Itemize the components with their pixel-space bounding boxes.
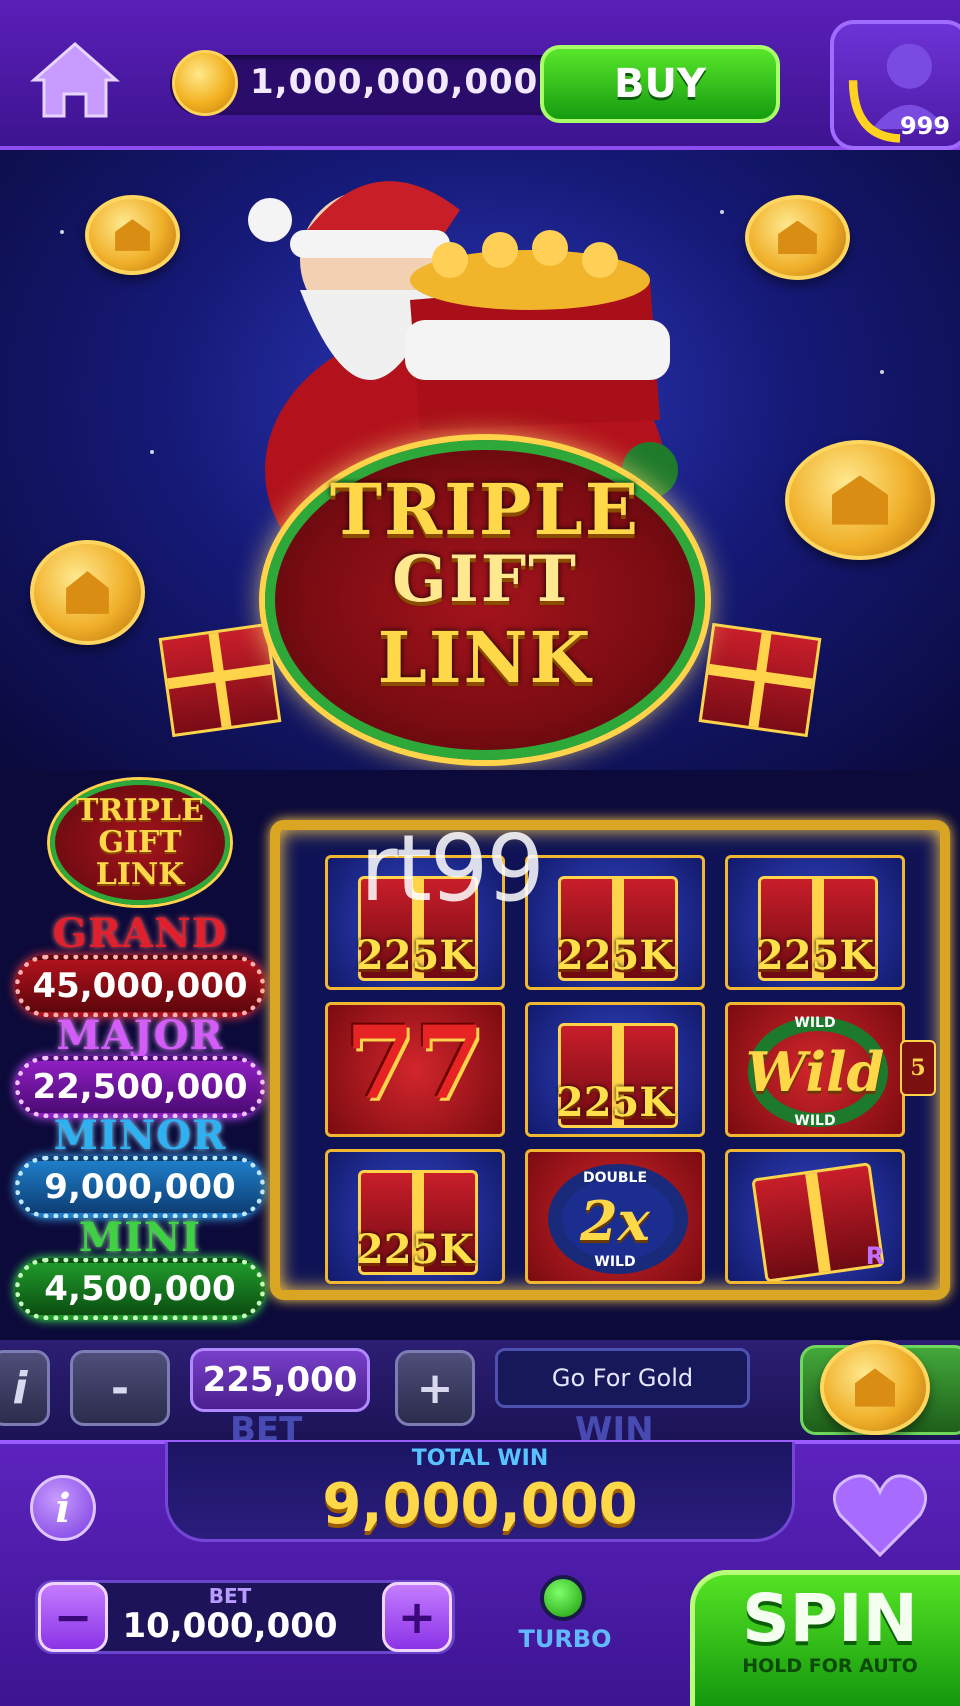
total-win-value: 9,000,000 (322, 1472, 638, 1537)
jackpot-logo: TRIPLE GIFT LINK (50, 780, 230, 905)
coin-balance: 1,000,000,000 (250, 62, 539, 102)
bet-minus-button[interactable]: − (38, 1582, 108, 1652)
jackpot-minor-amount: 9,000,000 (15, 1156, 265, 1218)
logo-text-line: GIFT (98, 825, 182, 860)
symbol-value: 225K (755, 932, 875, 979)
strip-info-button[interactable]: i (0, 1350, 50, 1426)
jackpot-grand-amount: 45,000,000 (15, 955, 265, 1017)
symbol-value: 225K (555, 932, 675, 979)
reel-symbol-double-wild: DOUBLE 2x WILD (525, 1149, 705, 1284)
coin-decoration (85, 195, 180, 275)
coin-decoration (785, 440, 935, 560)
logo-text-line: LINK (95, 857, 185, 892)
jackpot-minor-label: MINOR (53, 1112, 227, 1159)
gift-box-decoration (158, 622, 282, 738)
jackpot-major-amount: 22,500,000 (15, 1056, 265, 1118)
payline-badge: 5 (900, 1040, 936, 1096)
reel-symbol-gift: 225K (725, 855, 905, 990)
jackpot-mini-label: MINI (78, 1214, 202, 1261)
wild-top-label: WILD (794, 1015, 836, 1031)
logo-text-line: GIFT (392, 542, 578, 617)
bet-plus-button[interactable]: + (382, 1582, 452, 1652)
coin-decoration (820, 1340, 930, 1435)
jackpot-grand-label: GRAND (52, 910, 228, 957)
spin-sub-label: HOLD FOR AUTO (742, 1655, 918, 1677)
strip-bet-minus-button[interactable]: - (70, 1350, 170, 1426)
info-button[interactable]: i (30, 1475, 96, 1541)
seven-symbol: 77 (345, 1004, 485, 1122)
coin-decoration (745, 195, 850, 280)
double-wild-top-label: DOUBLE (582, 1170, 648, 1186)
gift-box-decoration (698, 622, 822, 738)
strip-bet-plus-button[interactable]: + (395, 1350, 475, 1426)
bet-value: 10,000,000 (122, 1606, 338, 1646)
strip-message: Go For Gold (495, 1348, 750, 1408)
bet-label: BET (208, 1584, 252, 1608)
reel-symbol-gift: R (725, 1149, 905, 1284)
strip-bet-value: 225,000 (190, 1348, 370, 1412)
double-wild-word: 2x (580, 1189, 650, 1253)
heart-icon[interactable] (830, 1470, 930, 1560)
home-icon[interactable] (30, 40, 120, 120)
reel-symbol-wild: WILD Wild WILD (725, 1002, 905, 1137)
watermark-text: rt99 (360, 815, 545, 922)
symbol-value: 225K (355, 932, 475, 979)
logo-text-line: TRIPLE (76, 793, 204, 828)
level-badge: 999 (899, 112, 951, 140)
reel-symbol-seven: 77 (325, 1002, 505, 1137)
coin-decoration (30, 540, 145, 645)
coin-icon (172, 50, 238, 116)
total-win-label: TOTAL WIN (411, 1446, 549, 1471)
turbo-toggle[interactable] (540, 1575, 586, 1621)
spin-label: SPIN (742, 1580, 918, 1657)
wild-word: Wild (745, 1040, 885, 1104)
symbol-value: 225K (555, 1079, 675, 1126)
turbo-label: TURBO (518, 1625, 612, 1653)
game-title-logo: TRIPLE GIFT LINK (265, 440, 705, 760)
reel-symbol-gift: 225K (525, 855, 705, 990)
game-hero-banner: TRIPLE GIFT LINK (0, 150, 960, 770)
jackpot-major-label: MAJOR (56, 1012, 224, 1059)
logo-text-line: LINK (377, 616, 593, 699)
reel-symbol-gift: 225K (325, 1149, 505, 1284)
logo-text-line: TRIPLE (329, 468, 641, 551)
partial-letter: R (865, 1242, 885, 1270)
buy-button[interactable]: BUY (540, 45, 780, 123)
wild-bottom-label: WILD (794, 1113, 836, 1129)
reel-symbol-gift: 225K (525, 1002, 705, 1137)
symbol-value: 225K (355, 1226, 475, 1273)
jackpot-mini-amount: 4,500,000 (15, 1258, 265, 1320)
double-wild-bottom-label: WILD (594, 1254, 636, 1270)
